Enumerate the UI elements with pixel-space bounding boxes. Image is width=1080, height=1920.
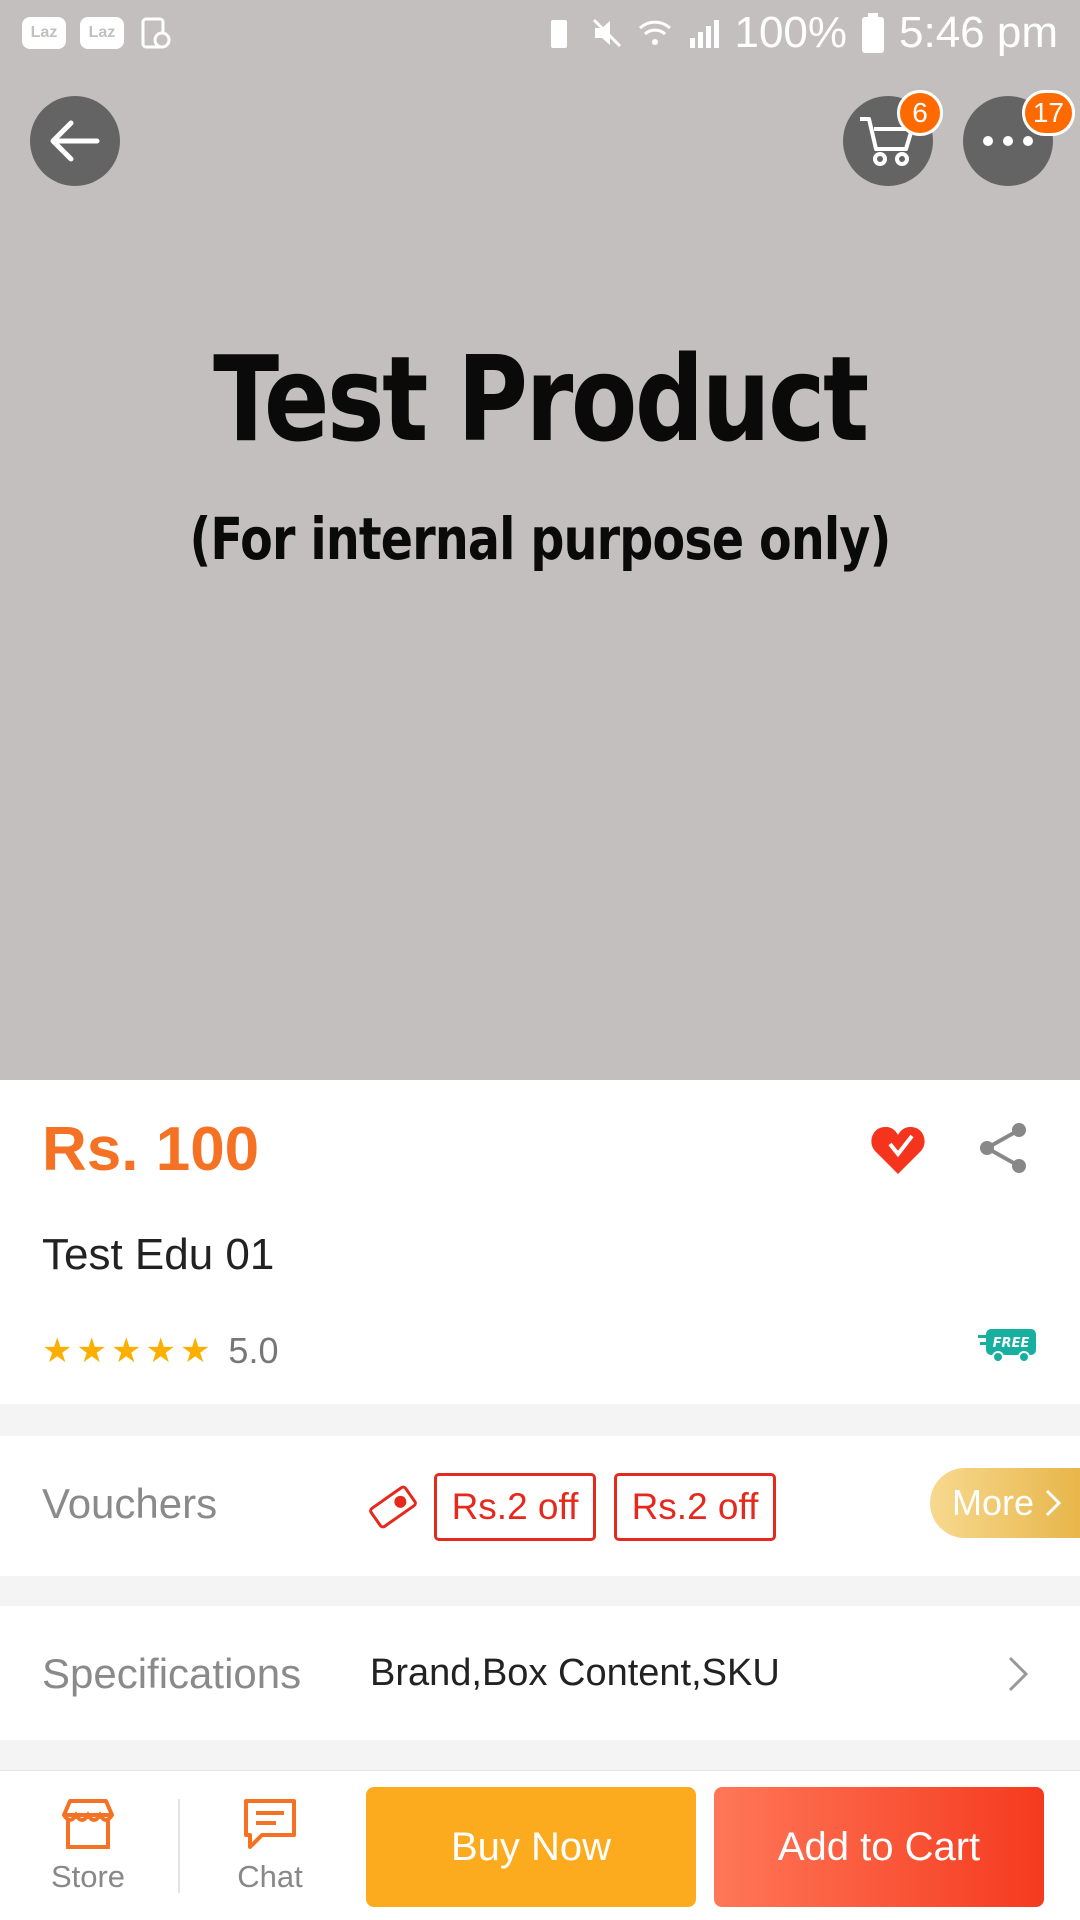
specifications-row[interactable]: Specifications Brand,Box Content,SKU <box>0 1606 1080 1740</box>
product-image-subtitle: (For internal purpose only) <box>189 505 891 573</box>
more-dots-icon <box>983 136 1033 146</box>
product-image[interactable]: Laz Laz 100% 5:46 pm 6 17 Test Product (… <box>0 0 1080 1080</box>
more-label: More <box>952 1482 1035 1523</box>
free-label: FREE <box>993 1336 1030 1351</box>
arrow-left-icon <box>50 120 100 162</box>
store-label: Store <box>50 1859 126 1894</box>
voucher-chip[interactable]: Rs.2 off <box>434 1473 596 1541</box>
product-price: Rs. 100 <box>42 1115 260 1184</box>
share-icon[interactable] <box>975 1120 1031 1176</box>
lazada-notification-icon: Laz <box>80 17 124 49</box>
more-options-button[interactable]: 17 <box>963 90 1075 186</box>
lazada-notification-icon: Laz <box>22 17 66 49</box>
more-vouchers-button[interactable]: More <box>930 1468 1080 1538</box>
notification-count-badge: 17 <box>1021 90 1075 136</box>
status-left: Laz Laz <box>22 16 172 50</box>
battery-saver-icon <box>551 20 568 48</box>
cart-button[interactable]: 6 <box>843 90 943 186</box>
status-bar: Laz Laz 100% 5:46 pm <box>0 0 1080 66</box>
specifications-label: Specifications <box>42 1650 302 1697</box>
free-shipping-icon: FREE <box>978 1329 1036 1363</box>
battery-percent: 100% <box>734 8 848 57</box>
mute-icon <box>593 18 622 48</box>
vouchers-label: Vouchers <box>42 1480 218 1527</box>
wishlist-heart-icon[interactable] <box>870 1124 926 1176</box>
store-icon <box>62 1799 114 1849</box>
chevron-right-icon <box>1045 1489 1062 1517</box>
back-button[interactable] <box>30 96 120 186</box>
star-icon: ★ <box>110 1332 142 1370</box>
voucher-chip[interactable]: Rs.2 off <box>614 1473 776 1541</box>
wifi-icon <box>639 20 672 45</box>
chevron-right-icon <box>1008 1656 1029 1692</box>
product-image-title: Test Product <box>213 330 869 468</box>
rating-row[interactable]: ★ ★ ★ ★ ★ 5.0 <box>42 1330 278 1372</box>
star-icon: ★ <box>179 1332 211 1370</box>
chat-icon <box>244 1799 296 1849</box>
product-name: Test Edu 01 <box>42 1230 275 1279</box>
rating-value: 5.0 <box>228 1330 279 1371</box>
bottom-action-bar: Store Chat Buy Now Add to Cart <box>0 1770 1080 1920</box>
star-icon: ★ <box>42 1332 73 1370</box>
chat-label: Chat <box>237 1859 303 1894</box>
clock: 5:46 pm <box>899 8 1058 57</box>
status-right: 100% 5:46 pm <box>542 8 1058 58</box>
specifications-value: Brand,Box Content,SKU <box>370 1652 780 1694</box>
add-to-cart-button[interactable]: Add to Cart <box>714 1787 1044 1907</box>
buy-now-button[interactable]: Buy Now <box>366 1787 696 1907</box>
voucher-ticket-icon <box>369 1485 417 1529</box>
chat-tab[interactable]: Chat <box>200 1771 340 1920</box>
star-icon: ★ <box>76 1332 107 1370</box>
star-icon: ★ <box>145 1332 176 1370</box>
vouchers-row[interactable]: Vouchers Rs.2 off Rs.2 off More <box>0 1436 1080 1576</box>
divider <box>178 1799 180 1893</box>
cart-count-badge: 6 <box>897 90 943 136</box>
signal-icon <box>690 20 720 48</box>
battery-icon <box>862 13 885 53</box>
screenshot-icon <box>141 17 171 49</box>
store-tab[interactable]: Store <box>18 1771 158 1920</box>
